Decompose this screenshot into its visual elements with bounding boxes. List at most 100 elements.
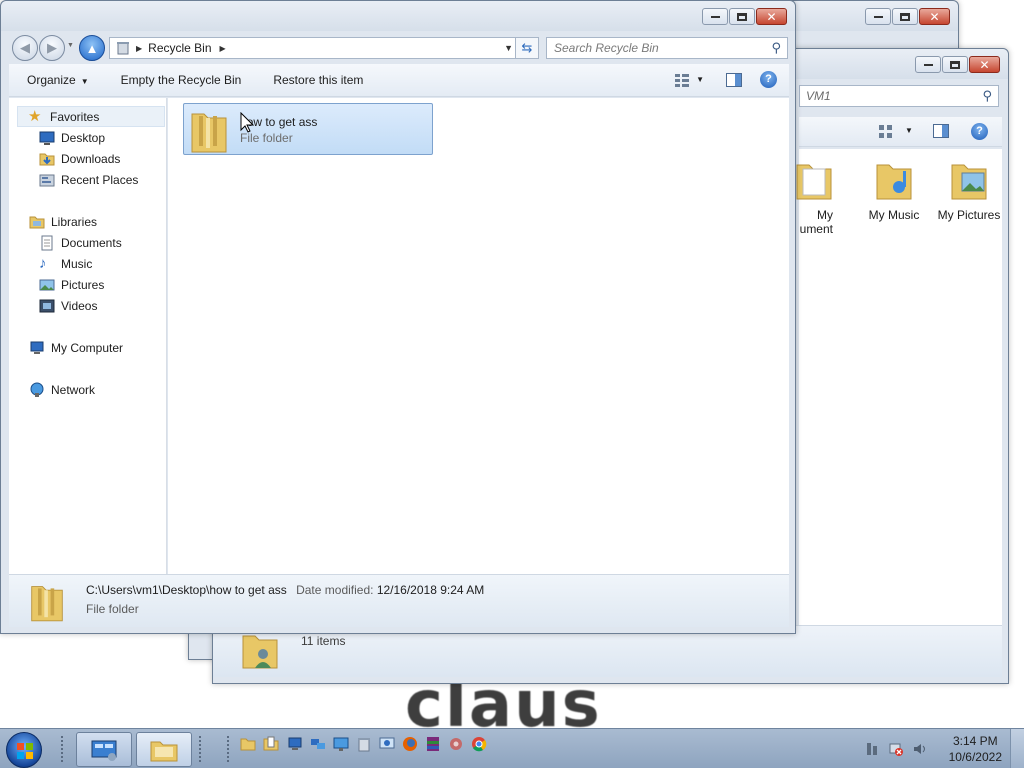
- nav-label: Desktop: [61, 130, 106, 145]
- navigation-row: ◀ ▶ ▼ ▲ ▶ Recycle Bin ▶ ▼ ⇆ Search Recyc…: [9, 34, 789, 61]
- view-options-icon[interactable]: [674, 72, 690, 88]
- search-icon[interactable]: ⚲: [771, 40, 781, 56]
- folder-my-music[interactable]: My Music: [854, 157, 934, 222]
- nav-label: Documents: [61, 235, 122, 250]
- close-button[interactable]: ✕: [919, 8, 950, 25]
- refresh-button[interactable]: ⇆: [515, 37, 539, 59]
- folder-icon[interactable]: [240, 736, 256, 752]
- folder-my-pictures[interactable]: My Pictures: [929, 157, 1009, 222]
- address-bar[interactable]: ▶ Recycle Bin ▶ ▼: [109, 37, 520, 59]
- nav-videos[interactable]: Videos: [39, 295, 97, 316]
- clock-date: 10/6/2022: [948, 750, 1002, 764]
- back-button[interactable]: ◀: [12, 35, 38, 61]
- taskbar-grip[interactable]: [226, 735, 230, 763]
- maximize-button[interactable]: [892, 8, 918, 25]
- nav-favorites[interactable]: ★ Favorites: [17, 106, 165, 127]
- volume-icon[interactable]: [912, 741, 928, 757]
- chevron-down-icon[interactable]: ▼: [905, 126, 913, 135]
- maximize-button[interactable]: [729, 8, 755, 25]
- start-button[interactable]: [6, 732, 42, 768]
- restore-item-button[interactable]: Restore this item: [255, 73, 377, 87]
- libraries-icon: [29, 216, 45, 228]
- taskbar-explorer-button[interactable]: [136, 732, 192, 767]
- breadcrumb-separator-icon[interactable]: ▶: [220, 44, 226, 53]
- recycle-bin-window[interactable]: ✕ ◀ ▶ ▼ ▲ ▶ Recycle Bin ▶ ▼ ⇆ Search Rec…: [0, 0, 796, 634]
- show-desktop-button[interactable]: [1010, 729, 1024, 768]
- chrome-icon[interactable]: [471, 736, 487, 752]
- nav-my-computer[interactable]: My Computer: [29, 337, 123, 358]
- preview-pane-icon[interactable]: [933, 124, 949, 138]
- address-dropdown-icon[interactable]: ▼: [504, 43, 513, 53]
- action-center-icon[interactable]: [864, 741, 880, 757]
- taskbar-grip[interactable]: [198, 735, 202, 763]
- folder-label: My Pictures: [937, 208, 1001, 222]
- nav-recent-places[interactable]: Recent Places: [39, 169, 138, 190]
- videos-icon: [39, 299, 55, 312]
- minimize-button[interactable]: [702, 8, 728, 25]
- pictures-folder-icon: [951, 164, 987, 200]
- taskbar-grip[interactable]: [60, 735, 64, 763]
- music-icon: ♪: [39, 254, 47, 272]
- deleted-folder-item[interactable]: how to get ass File folder: [183, 103, 433, 155]
- help-icon[interactable]: ?: [971, 123, 988, 140]
- star-icon: ★: [28, 107, 42, 125]
- breadcrumb-separator-icon[interactable]: ▶: [136, 44, 142, 53]
- winrar-icon[interactable]: [425, 736, 441, 752]
- folder-icon: [31, 586, 63, 622]
- close-button[interactable]: ✕: [756, 8, 787, 25]
- forward-button[interactable]: ▶: [39, 35, 65, 61]
- organize-button[interactable]: Organize ▼: [9, 73, 103, 87]
- view-options-icon[interactable]: [879, 125, 893, 139]
- caption-buttons: ✕: [701, 8, 787, 25]
- nav-network[interactable]: Network: [29, 379, 95, 400]
- close-button[interactable]: ✕: [969, 56, 1000, 73]
- nav-label: Recent Places: [61, 172, 139, 187]
- network-computers-icon[interactable]: [310, 736, 326, 752]
- nav-label: Favorites: [50, 109, 100, 124]
- nav-downloads[interactable]: Downloads: [39, 148, 120, 169]
- folder-label: My Music: [868, 208, 920, 222]
- document-folder-icon[interactable]: [263, 736, 279, 752]
- network-disconnected-icon[interactable]: [888, 741, 904, 757]
- clock-time: 3:14 PM: [952, 734, 998, 748]
- chevron-down-icon[interactable]: ▼: [696, 75, 704, 84]
- mouse-cursor-icon: [240, 112, 254, 133]
- windows-logo-icon: [17, 743, 33, 759]
- empty-recycle-bin-button[interactable]: Empty the Recycle Bin: [103, 73, 256, 87]
- monitor-icon[interactable]: [333, 736, 349, 752]
- computer-icon: [30, 341, 44, 354]
- breadcrumb[interactable]: Recycle Bin: [148, 41, 211, 55]
- taskbar: 3:14 PM 10/6/2022: [0, 728, 1024, 768]
- minimize-button[interactable]: [915, 56, 941, 73]
- music-folder-icon: [876, 164, 912, 200]
- nav-music[interactable]: ♪ Music: [39, 253, 92, 274]
- details-path: C:\Users\vm1\Desktop\how to get ass Date…: [86, 583, 484, 597]
- up-button[interactable]: ▲: [79, 35, 105, 61]
- preview-pane-icon[interactable]: [726, 72, 742, 88]
- taskbar-control-panel-button[interactable]: [76, 732, 132, 767]
- clock[interactable]: 3:14 PM 10/6/2022: [949, 733, 1002, 765]
- maximize-button[interactable]: [942, 56, 968, 73]
- search-input[interactable]: VM1 ⚲: [799, 85, 999, 107]
- search-input[interactable]: Search Recycle Bin ⚲: [546, 37, 788, 59]
- search-icon[interactable]: ⚲: [982, 88, 992, 104]
- nav-libraries[interactable]: Libraries: [29, 211, 97, 232]
- firefox-icon[interactable]: [402, 736, 418, 752]
- search-placeholder: Search Recycle Bin: [554, 41, 659, 55]
- computer-icon[interactable]: [287, 736, 303, 752]
- title-bar[interactable]: ✕: [1, 1, 795, 31]
- chevron-down-icon: ▼: [80, 77, 89, 86]
- remote-desktop-icon[interactable]: [379, 736, 395, 752]
- recycle-bin-icon[interactable]: [356, 736, 372, 752]
- folder-icon: [191, 113, 227, 153]
- minimize-button[interactable]: [865, 8, 891, 25]
- history-dropdown-icon[interactable]: ▼: [67, 42, 74, 49]
- nav-desktop[interactable]: Desktop: [39, 127, 105, 148]
- settings-gear-icon[interactable]: [448, 736, 464, 752]
- nav-label: My Computer: [51, 340, 124, 355]
- nav-pictures[interactable]: Pictures: [39, 274, 104, 295]
- help-icon[interactable]: ?: [760, 71, 777, 88]
- date-modified-value: 12/16/2018 9:24 AM: [376, 583, 485, 597]
- nav-documents[interactable]: Documents: [39, 232, 122, 253]
- caption-buttons: ✕: [914, 56, 1000, 73]
